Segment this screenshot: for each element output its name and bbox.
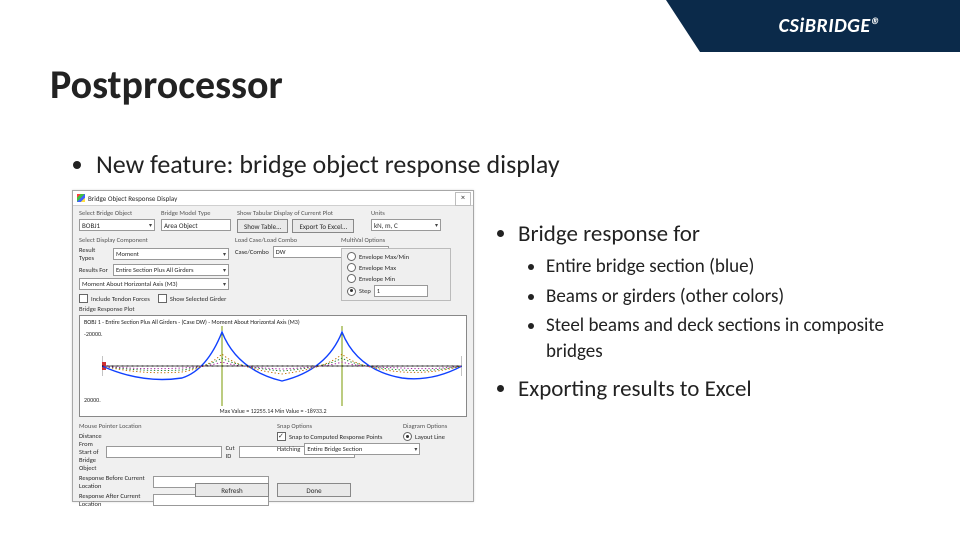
model-type-label: Bridge Model Type bbox=[161, 209, 231, 217]
axis-value: Moment About Horizontal Axis (M3) bbox=[82, 280, 178, 289]
root-bullet-block: New feature: bridge object response disp… bbox=[68, 148, 560, 180]
right-column: Bridge response for Entire bridge sectio… bbox=[490, 220, 930, 413]
plot-title: BOBJ 1 - Entire Section Plus All Girders… bbox=[84, 318, 462, 326]
bridge-response-dialog: Bridge Object Response Display × Select … bbox=[72, 190, 474, 502]
diagram-section: Diagram Options bbox=[403, 422, 463, 430]
include-tendon-checkbox[interactable]: Include Tendon Forces bbox=[79, 294, 150, 303]
env-min-radio[interactable]: Envelope Min bbox=[347, 274, 445, 283]
brand-bar: CSiBRIDGE® bbox=[700, 0, 960, 52]
env-max-radio[interactable]: Envelope Max bbox=[347, 263, 445, 272]
hatching-label: Hatching bbox=[277, 445, 300, 453]
refresh-button[interactable]: Refresh bbox=[195, 483, 269, 497]
select-bridge-value: BOBJ1 bbox=[82, 221, 100, 230]
page-title: Postprocessor bbox=[50, 60, 283, 109]
units-value: kN, m, C bbox=[374, 221, 398, 230]
sub-bullet-entire-section: Entire bridge section (blue) bbox=[546, 254, 930, 280]
bullet-export-excel: Exporting results to Excel bbox=[518, 375, 930, 403]
top-row: Select Bridge Object BOBJ1 ▾ Bridge Model… bbox=[73, 206, 473, 233]
model-type-field: Area Object bbox=[161, 219, 231, 231]
dialog-title: Bridge Object Response Display bbox=[88, 194, 177, 203]
snap-section: Snap Options bbox=[277, 422, 395, 430]
select-bridge-dropdown[interactable]: BOBJ1 ▾ bbox=[79, 219, 155, 231]
result-type-label: Result Types bbox=[79, 246, 109, 262]
show-selected-checkbox[interactable]: Show Selected Girder bbox=[158, 294, 227, 303]
bullet-bridge-response-label: Bridge response for bbox=[518, 220, 700, 248]
plot-y-top: -20000. bbox=[84, 330, 103, 338]
chevron-down-icon: ▾ bbox=[435, 221, 438, 230]
done-button[interactable]: Done bbox=[277, 483, 351, 497]
axis-dropdown[interactable]: Moment About Horizontal Axis (M3) ▾ bbox=[79, 278, 229, 290]
env-maxmin-radio[interactable]: Envelope Max/Min bbox=[347, 252, 445, 261]
dialog-titlebar: Bridge Object Response Display × bbox=[73, 191, 473, 206]
dist-field bbox=[106, 446, 222, 458]
brand-text: CSiBRIDGE® bbox=[779, 14, 882, 38]
casecombo-label: Case/Combo bbox=[235, 248, 269, 256]
casecombo-value: DW bbox=[276, 248, 286, 257]
response-plot: BOBJ 1 - Entire Section Plus All Girders… bbox=[79, 315, 467, 417]
sub-bullet-beams-girders: Beams or girders (other colors) bbox=[546, 284, 930, 310]
multival-section: MultiVal Options bbox=[341, 236, 451, 244]
chevron-down-icon: ▾ bbox=[223, 280, 226, 289]
step-number-field[interactable]: 1 bbox=[374, 285, 428, 297]
snap-points-checkbox[interactable]: Snap to Computed Response Points bbox=[277, 432, 395, 441]
dialog-button-row: Refresh Done bbox=[73, 483, 473, 497]
results-for-value: Entire Section Plus All Girders bbox=[116, 266, 194, 275]
bullet-bridge-response: Bridge response for Entire bridge sectio… bbox=[518, 220, 930, 365]
close-button[interactable]: × bbox=[455, 192, 471, 206]
chevron-down-icon: ▾ bbox=[149, 221, 152, 230]
results-for-dropdown[interactable]: Entire Section Plus All Girders ▾ bbox=[113, 264, 229, 276]
plot-wrap: BOBJ 1 - Entire Section Plus All Girders… bbox=[79, 315, 467, 417]
mouse-loc-section: Mouse Pointer Location bbox=[79, 422, 269, 430]
result-type-value: Moment bbox=[116, 250, 139, 259]
step-radio[interactable]: Step 1 bbox=[347, 285, 445, 297]
dist-label: Distance From Start of Bridge Object bbox=[79, 432, 102, 472]
chevron-down-icon: ▾ bbox=[223, 250, 226, 259]
sub-bullet-steel-deck: Steel beams and deck sections in composi… bbox=[546, 313, 930, 364]
hatching-value: Entire Bridge Section bbox=[307, 445, 362, 454]
layout-line-radio[interactable]: Layout Line bbox=[403, 432, 463, 441]
bullet-new-feature: New feature: bridge object response disp… bbox=[96, 148, 560, 180]
select-bridge-label: Select Bridge Object bbox=[79, 209, 155, 217]
cutid-label: Cut ID bbox=[226, 444, 235, 460]
result-type-dropdown[interactable]: Moment ▾ bbox=[113, 248, 229, 260]
app-icon bbox=[77, 194, 85, 202]
load-section: Load Case/Load Combo bbox=[235, 236, 335, 244]
plot-section-title: Bridge Response Plot bbox=[73, 303, 473, 313]
model-type-value: Area Object bbox=[164, 221, 198, 230]
mid-row: Select Display Component Result Types Mo… bbox=[73, 233, 473, 303]
plot-minmax: Max Value = 12255.14 Min Value = -18933.… bbox=[80, 407, 466, 415]
plot-svg bbox=[102, 326, 462, 406]
units-dropdown[interactable]: kN, m, C ▾ bbox=[371, 219, 441, 231]
multival-optbox: Envelope Max/Min Envelope Max Envelope M… bbox=[341, 248, 451, 301]
chevron-down-icon: ▾ bbox=[223, 266, 226, 275]
tabular-display-label: Show Tabular Display of Current Plot bbox=[237, 209, 365, 217]
results-for-label: Results For bbox=[79, 266, 109, 274]
export-excel-button[interactable]: Export To Excel... bbox=[292, 219, 354, 233]
plot-y-bottom: 20000. bbox=[84, 396, 101, 404]
disp-comp-section: Select Display Component bbox=[79, 236, 229, 244]
show-table-button[interactable]: Show Table... bbox=[237, 219, 288, 233]
units-label: Units bbox=[371, 209, 441, 217]
